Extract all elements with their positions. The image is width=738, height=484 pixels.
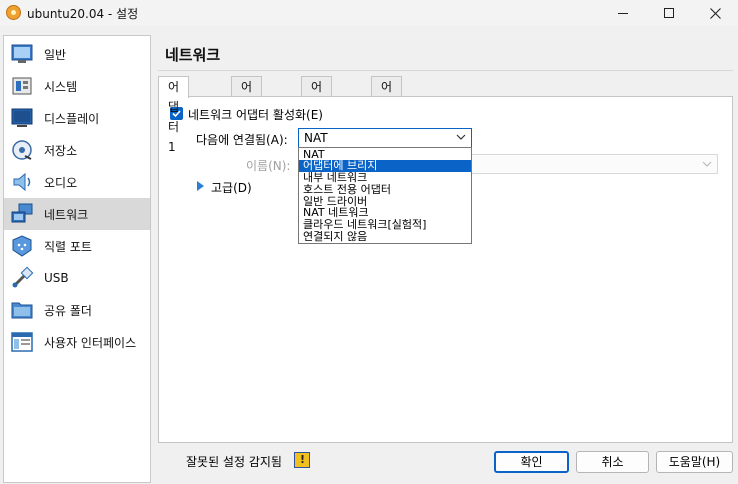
display-icon bbox=[11, 108, 33, 127]
dropdown-option-internal[interactable]: 내부 네트워크 bbox=[299, 172, 471, 184]
sidebar-item-label: 오디오 bbox=[44, 175, 78, 190]
title-bar: ubuntu20.04 - 설정 bbox=[0, 0, 738, 26]
enable-adapter-label[interactable]: 네트워크 어댑터 활성화(E) bbox=[188, 106, 323, 123]
user-interface-icon bbox=[11, 332, 33, 352]
maximize-icon bbox=[664, 8, 674, 18]
network-icon bbox=[11, 203, 33, 223]
attached-to-dropdown-list: NAT 어댑터에 브리지 내부 네트워크 호스트 전용 어댑터 일반 드라이버 … bbox=[298, 147, 472, 244]
tab-adapter-2[interactable]: 어댑터 2 bbox=[231, 76, 263, 154]
attached-to-label: 다음에 연결됨(A): bbox=[196, 133, 288, 147]
minimize-button[interactable] bbox=[600, 0, 646, 26]
sidebar-item-display[interactable]: 디스플레이 bbox=[4, 102, 150, 134]
audio-icon bbox=[13, 172, 31, 192]
expand-arrow-icon[interactable] bbox=[197, 181, 204, 191]
sidebar-item-label: 일반 bbox=[44, 47, 67, 62]
attached-to-select[interactable]: NAT bbox=[298, 128, 472, 148]
name-label: 이름(N): bbox=[246, 159, 291, 173]
storage-icon bbox=[12, 140, 32, 160]
warning-icon[interactable] bbox=[294, 452, 310, 468]
virtualbox-app-icon bbox=[6, 5, 21, 20]
name-select bbox=[470, 154, 718, 174]
title-divider bbox=[158, 70, 733, 71]
shared-folder-icon bbox=[11, 302, 33, 319]
general-icon bbox=[11, 44, 33, 63]
sidebar-item-label: USB bbox=[44, 271, 69, 285]
system-icon bbox=[12, 77, 32, 95]
window-title: ubuntu20.04 - 설정 bbox=[27, 7, 139, 21]
close-button[interactable] bbox=[692, 0, 738, 26]
attached-to-value: NAT bbox=[304, 131, 328, 145]
sidebar-item-serial-port[interactable]: 직렬 포트 bbox=[4, 230, 150, 262]
sidebar-item-system[interactable]: 시스템 bbox=[4, 70, 150, 102]
sidebar-item-label: 저장소 bbox=[44, 143, 78, 158]
close-icon bbox=[709, 7, 721, 19]
sidebar-item-usb[interactable]: USB bbox=[4, 262, 150, 294]
dropdown-option-cloud[interactable]: 클라우드 네트워크[실험적] bbox=[299, 219, 471, 231]
help-button[interactable]: 도움말(H) bbox=[656, 451, 733, 473]
page-title: 네트워크 bbox=[165, 46, 221, 64]
sidebar-item-label: 사용자 인터페이스 bbox=[44, 335, 137, 350]
tab-adapter-3[interactable]: 어댑터 3 bbox=[301, 76, 333, 154]
sidebar-item-label: 디스플레이 bbox=[44, 111, 100, 126]
sidebar-item-label: 공유 폴더 bbox=[44, 303, 92, 318]
advanced-toggle[interactable]: 고급(D) bbox=[211, 179, 252, 196]
dropdown-option-not-attached[interactable]: 연결되지 않음 bbox=[299, 231, 471, 243]
sidebar-item-storage[interactable]: 저장소 bbox=[4, 134, 150, 166]
sidebar-item-user-interface[interactable]: 사용자 인터페이스 bbox=[4, 326, 150, 358]
sidebar-item-general[interactable]: 일반 bbox=[4, 38, 150, 70]
cancel-button[interactable]: 취소 bbox=[576, 451, 649, 473]
minimize-icon bbox=[618, 12, 628, 14]
dropdown-option-nat-network[interactable]: NAT 네트워크 bbox=[299, 207, 471, 219]
sidebar-item-audio[interactable]: 오디오 bbox=[4, 166, 150, 198]
settings-sidebar: 일반 시스템 디스플레이 저장소 오디오 네트워크 직렬 포트 USB 공유 폴… bbox=[3, 35, 151, 483]
ok-button[interactable]: 확인 bbox=[494, 451, 569, 473]
dropdown-option-bridged[interactable]: 어댑터에 브리지 bbox=[299, 160, 471, 172]
chevron-down-icon bbox=[456, 134, 466, 140]
maximize-button[interactable] bbox=[646, 0, 692, 26]
usb-icon bbox=[12, 266, 34, 288]
sidebar-item-network[interactable]: 네트워크 bbox=[4, 198, 150, 230]
sidebar-item-label: 시스템 bbox=[44, 79, 78, 94]
sidebar-item-label: 직렬 포트 bbox=[44, 239, 92, 254]
serial-port-icon bbox=[12, 235, 32, 257]
tab-adapter-1[interactable]: 어댑터 1 bbox=[158, 76, 190, 154]
sidebar-item-label: 네트워크 bbox=[44, 207, 89, 222]
sidebar-item-shared-folder[interactable]: 공유 폴더 bbox=[4, 294, 150, 326]
dropdown-option-host-only[interactable]: 호스트 전용 어댑터 bbox=[299, 184, 471, 196]
invalid-settings-label: 잘못된 설정 감지됨 bbox=[186, 455, 282, 469]
chevron-down-icon bbox=[702, 161, 712, 167]
tab-adapter-4[interactable]: 어댑터 4 bbox=[371, 76, 403, 154]
